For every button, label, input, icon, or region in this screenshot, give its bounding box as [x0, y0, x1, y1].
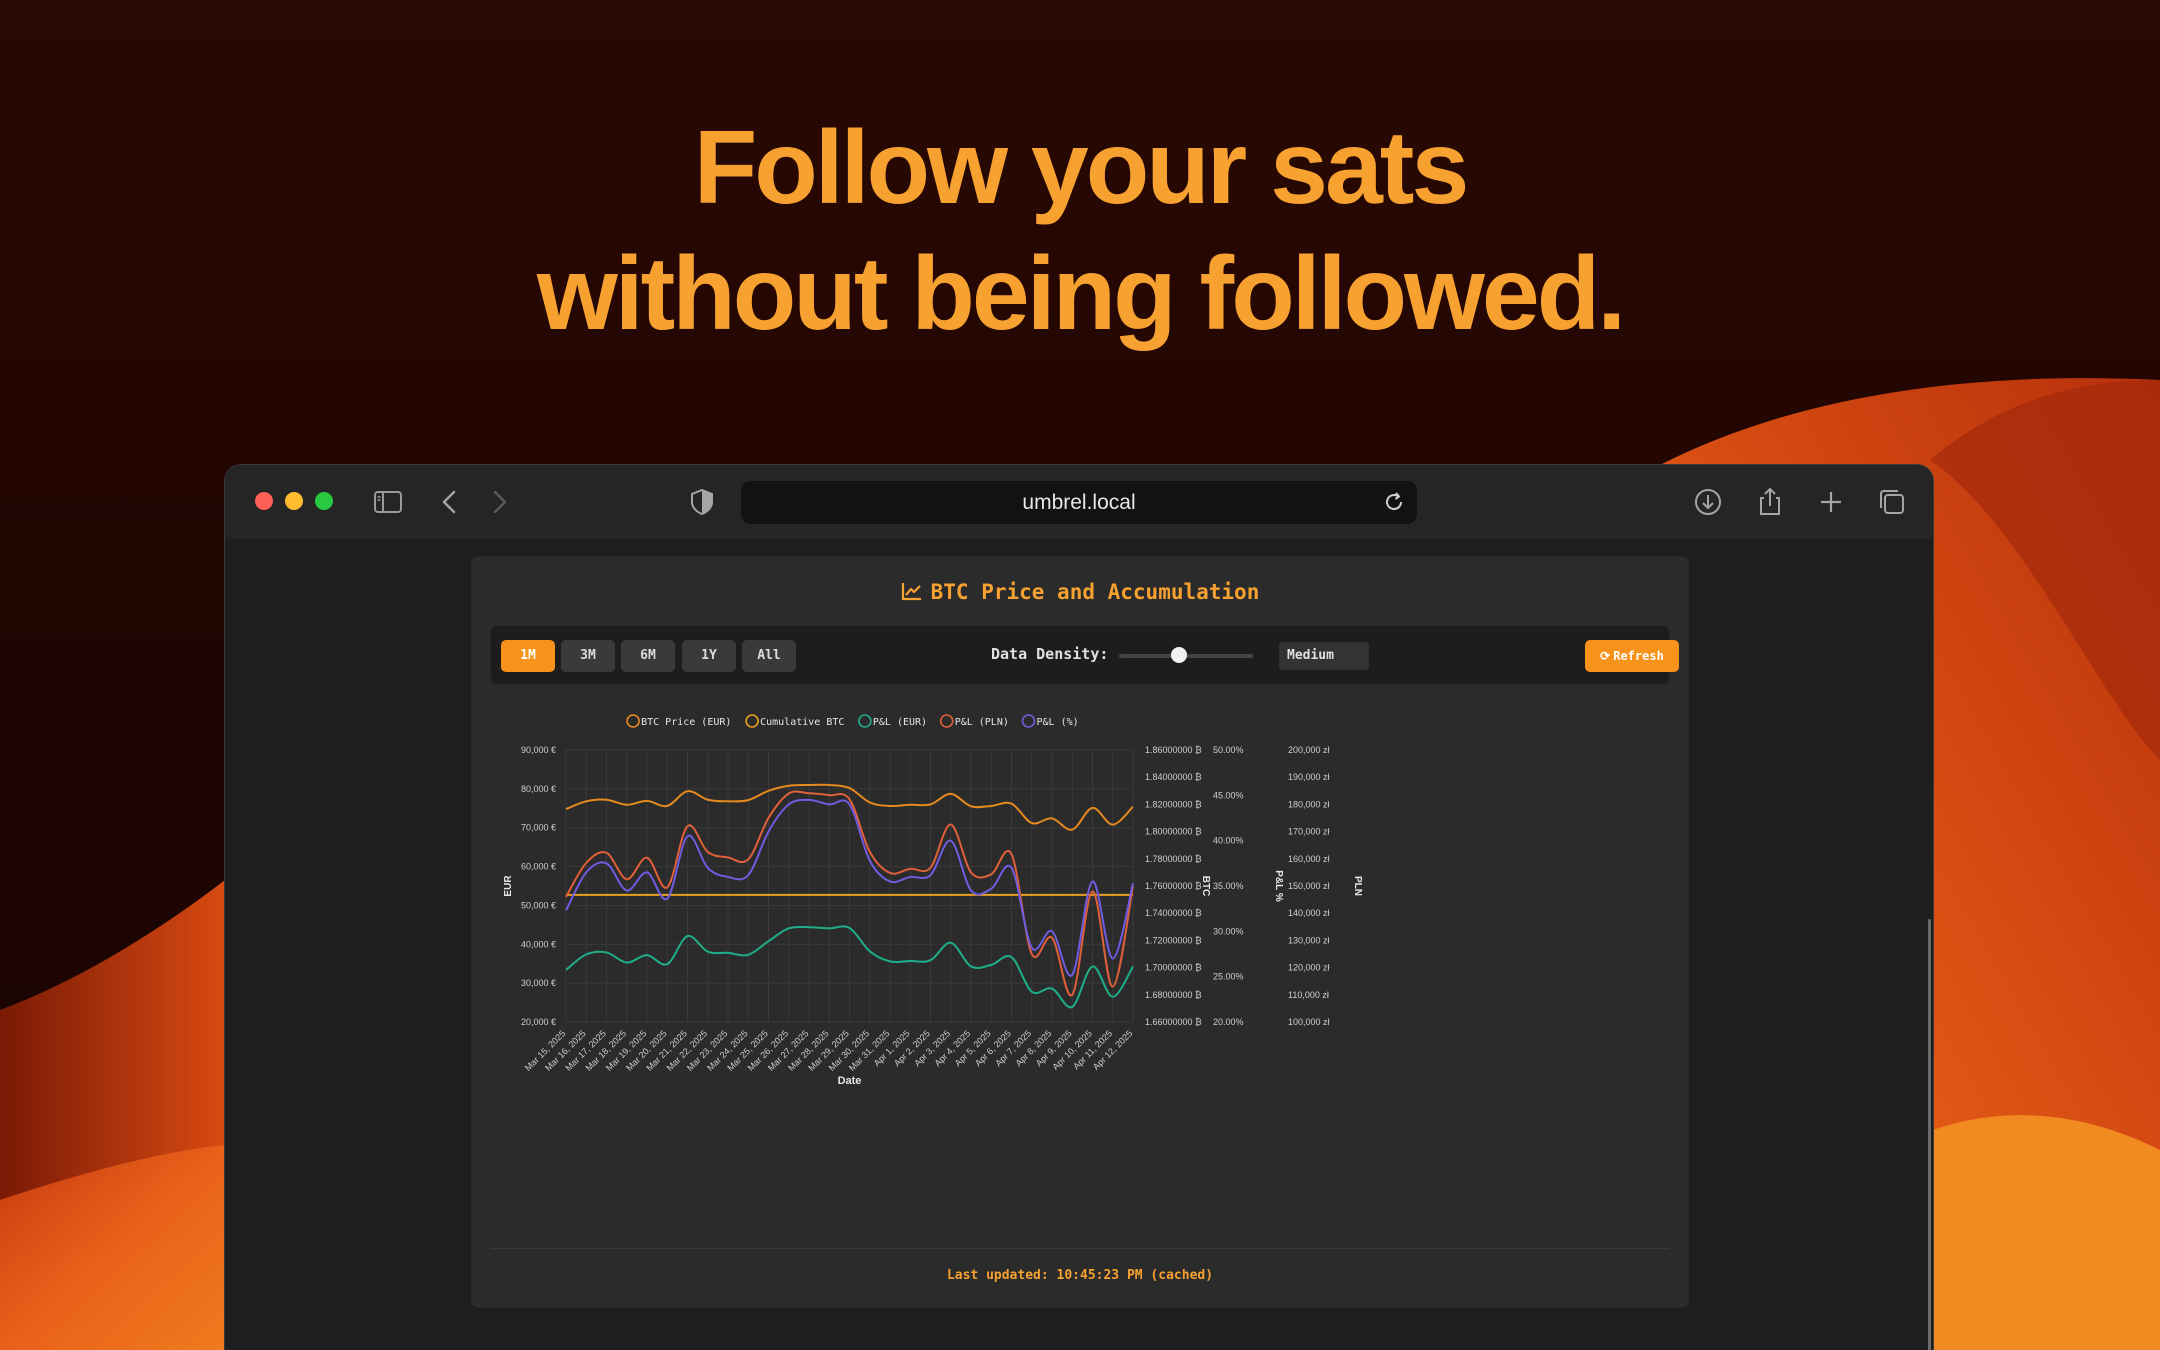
- pln-tick-label: 170,000 zł: [1288, 827, 1330, 837]
- pln-tick-label: 140,000 zł: [1288, 908, 1330, 918]
- pct-axis-title: P&L %: [1273, 870, 1284, 902]
- sidebar-icon[interactable]: [371, 485, 405, 519]
- btc-tick-label: 1.84000000 ₿: [1145, 772, 1202, 782]
- legend-swatch: [626, 714, 640, 728]
- address-bar[interactable]: umbrel.local: [741, 481, 1417, 524]
- pln-tick-label: 180,000 zł: [1288, 799, 1330, 809]
- pct-tick-label: 35.00%: [1213, 881, 1244, 891]
- density-label: Data Density:: [991, 645, 1109, 663]
- eur-tick-label: 90,000 €: [521, 745, 556, 755]
- browser-window: umbrel.local BTC Price and Accumulation …: [225, 465, 1933, 1350]
- pct-tick-label: 20.00%: [1213, 1017, 1244, 1027]
- btc-tick-label: 1.72000000 ₿: [1145, 935, 1202, 945]
- browser-toolbar: umbrel.local: [225, 465, 1933, 539]
- btc-tick-label: 1.82000000 ₿: [1145, 799, 1202, 809]
- btc-tick-label: 1.68000000 ₿: [1145, 990, 1202, 1000]
- pct-tick-label: 40.00%: [1213, 836, 1244, 846]
- density-slider-thumb[interactable]: [1171, 647, 1188, 663]
- new-tab-plus-icon[interactable]: [1814, 485, 1848, 519]
- legend-swatch: [939, 714, 954, 728]
- legend-label: BTC Price (EUR): [641, 717, 731, 728]
- eur-tick-label: 70,000 €: [521, 823, 556, 833]
- chart-line-icon: [901, 583, 921, 601]
- btc-tick-label: 1.86000000 ₿: [1145, 745, 1202, 755]
- price-accumulation-chart: 20,000 € 30,000 € 40,000 € 50,000 € 60,000 €…: [503, 714, 1363, 1087]
- btc-tick-label: 1.78000000 ₿: [1145, 854, 1202, 864]
- close-window-button[interactable]: [255, 492, 273, 510]
- chart-controls: 1M 3M 6M 1Y All Data Density: Medium ⟳ Re…: [491, 626, 1679, 684]
- download-icon[interactable]: [1691, 485, 1725, 519]
- pct-tick-label: 30.00%: [1213, 926, 1244, 936]
- range-button-all[interactable]: All: [742, 640, 796, 672]
- eur-tick-label: 30,000 €: [521, 978, 556, 988]
- page-scrollbar[interactable]: [1928, 919, 1931, 1350]
- pln-tick-label: 190,000 zł: [1288, 772, 1330, 782]
- legend-label: P&L (EUR): [873, 717, 927, 728]
- btc-tick-label: 1.70000000 ₿: [1145, 963, 1202, 973]
- eur-tick-label: 80,000 €: [521, 784, 556, 794]
- legend-swatch: [858, 714, 872, 728]
- sync-icon: ⟳: [1600, 649, 1611, 663]
- refresh-button[interactable]: ⟳ Refresh: [1585, 640, 1679, 672]
- zoom-window-button[interactable]: [315, 492, 333, 510]
- hero-line-2: without being followed.: [536, 236, 1626, 352]
- btc-tick-label: 1.80000000 ₿: [1145, 827, 1202, 837]
- btc-axis-title: BTC: [1200, 876, 1211, 897]
- eur-tick-label: 50,000 €: [521, 900, 556, 910]
- eur-tick-label: 40,000 €: [521, 939, 556, 949]
- eur-tick-label: 60,000 €: [521, 862, 556, 872]
- pct-tick-label: 25.00%: [1213, 972, 1244, 982]
- btc-tick-label: 1.74000000 ₿: [1145, 908, 1202, 918]
- chart-card: BTC Price and Accumulation 1M 3M 6M 1Y A…: [471, 556, 1689, 1308]
- range-button-6m[interactable]: 6M: [621, 640, 675, 672]
- last-updated-text: Last updated: 10:45:23 PM (cached): [946, 1268, 1214, 1283]
- card-title-text: BTC Price and Accumulation: [930, 580, 1260, 604]
- minimize-window-button[interactable]: [285, 492, 303, 510]
- range-button-3m[interactable]: 3M: [561, 640, 615, 672]
- card-title: BTC Price and Accumulation: [471, 580, 1689, 604]
- pln-tick-label: 120,000 zł: [1288, 963, 1330, 973]
- eur-tick-label: 20,000 €: [521, 1017, 556, 1027]
- chart-area: 20,000 € 30,000 € 40,000 € 50,000 € 60,000 €…: [491, 706, 1669, 1246]
- x-axis-title: Date: [838, 1075, 862, 1087]
- pln-tick-label: 110,000 zł: [1288, 990, 1329, 1000]
- range-button-1y[interactable]: 1Y: [682, 640, 736, 672]
- legend-swatch: [745, 714, 759, 728]
- footer-divider: [491, 1248, 1669, 1249]
- pln-tick-label: 200,000 zł: [1288, 745, 1330, 755]
- hero-headline: Follow your sats without being followed.: [0, 105, 2160, 357]
- back-chevron-icon[interactable]: [433, 485, 467, 519]
- pln-tick-label: 160,000 zł: [1288, 854, 1330, 864]
- forward-chevron-icon[interactable]: [482, 485, 516, 519]
- legend-label: Cumulative BTC: [760, 717, 844, 728]
- btc-tick-label: 1.66000000 ₿: [1145, 1017, 1202, 1027]
- hero-line-1: Follow your sats: [693, 110, 1470, 226]
- pct-tick-label: 50.00%: [1213, 745, 1244, 755]
- pln-tick-label: 130,000 zł: [1288, 935, 1330, 945]
- share-icon[interactable]: [1753, 485, 1787, 519]
- url-text: umbrel.local: [1022, 491, 1136, 514]
- density-select[interactable]: Medium: [1279, 642, 1369, 670]
- tabs-overview-icon[interactable]: [1875, 485, 1909, 519]
- legend-label: P&L (%): [1037, 717, 1079, 728]
- pln-axis-title: PLN: [1352, 876, 1363, 896]
- pct-tick-label: 45.00%: [1213, 790, 1244, 800]
- eur-axis-title: EUR: [503, 875, 514, 897]
- page-content: BTC Price and Accumulation 1M 3M 6M 1Y A…: [225, 539, 1933, 1350]
- refresh-label: Refresh: [1613, 649, 1664, 663]
- pln-tick-label: 100,000 zł: [1288, 1017, 1330, 1027]
- range-button-1m[interactable]: 1M: [501, 640, 555, 672]
- reload-icon[interactable]: [1379, 487, 1409, 517]
- pln-tick-label: 150,000 zł: [1288, 881, 1330, 891]
- shield-icon[interactable]: [685, 485, 719, 519]
- btc-tick-label: 1.76000000 ₿: [1145, 881, 1202, 891]
- legend-swatch: [1021, 714, 1036, 728]
- legend-label: P&L (PLN): [955, 717, 1009, 728]
